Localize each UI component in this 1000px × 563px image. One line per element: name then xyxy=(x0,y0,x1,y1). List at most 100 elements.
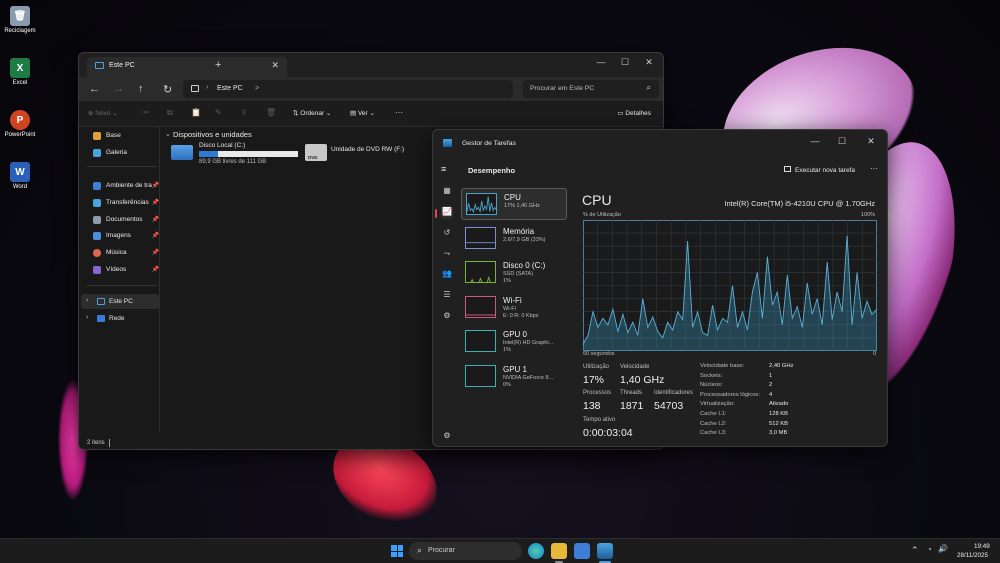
sidebar-item-label: Galeria xyxy=(106,149,127,156)
gallery-icon xyxy=(93,148,101,157)
paste-icon[interactable]: 📋 xyxy=(191,108,201,117)
perf-card-subtitle: 2,6/7,9 GB (33%) xyxy=(503,236,546,243)
maximize-button[interactable]: ☐ xyxy=(613,53,637,71)
startup-apps-icon[interactable]: ⤳ xyxy=(441,249,453,261)
clock-date[interactable]: 28/11/2025 xyxy=(957,552,988,559)
perf-card-thumbnail xyxy=(465,226,496,249)
taskbar-search[interactable]: ⌕ Procurar xyxy=(409,542,522,560)
store-icon[interactable] xyxy=(574,543,590,559)
perf-card-mem-ria[interactable]: Memória 2,6/7,9 GB (33%) xyxy=(461,223,567,255)
edge-icon[interactable] xyxy=(528,543,544,559)
perf-card-thumbnail xyxy=(465,364,496,387)
folder-icon[interactable] xyxy=(551,543,567,559)
perf-card-subtitle: SSD (SATA) xyxy=(503,271,534,277)
performance-icon[interactable]: 📈 xyxy=(441,207,453,219)
desktop-icon-recycle-bin[interactable]: 🗑 Reciclagem xyxy=(0,6,40,34)
sidebar-item-videos[interactable]: Vídeos 📌 xyxy=(93,263,159,276)
start-tile xyxy=(397,551,403,557)
forward-icon[interactable]: → xyxy=(113,83,124,95)
sidebar-item-rede[interactable]: › Rede xyxy=(81,311,159,326)
delete-icon[interactable]: 🗑 xyxy=(266,108,276,117)
drive-dvd[interactable]: DVD Unidade de DVD RW (F:) xyxy=(305,142,435,166)
sidebar-item-este-pc[interactable]: › Este PC xyxy=(81,294,159,309)
search-input[interactable]: Procurar em Este PC ⌕ xyxy=(523,80,659,98)
refresh-icon[interactable]: ↻ xyxy=(163,83,172,96)
powerpoint-icon: P xyxy=(10,110,30,130)
back-icon[interactable]: ← xyxy=(89,83,100,95)
sidebar-item-galeria[interactable]: Galeria xyxy=(93,146,159,159)
tab-este-pc[interactable]: Este PC ✕ xyxy=(87,57,287,77)
perf-card-subtitle: Intel(R) HD Graphi... xyxy=(503,340,554,346)
users-icon[interactable]: 👥 xyxy=(441,269,453,281)
close-button[interactable]: ✕ xyxy=(637,53,661,71)
run-new-task-button[interactable]: Executar nova tarefa xyxy=(784,166,855,174)
desktop-icon-excel[interactable]: X Excel xyxy=(0,58,40,86)
chevron-up-icon[interactable]: ⌃ xyxy=(911,545,919,556)
perf-card-gpu-1[interactable]: GPU 1 NVIDIA GeForce 8... 0% xyxy=(461,361,567,393)
taskmgr-icon[interactable] xyxy=(597,543,613,559)
pin-icon: 📌 xyxy=(151,217,159,223)
sidebar-item-label: Rede xyxy=(109,315,125,322)
sidebar-item-musica[interactable]: Música 📌 xyxy=(93,246,159,259)
chevron-down-icon[interactable]: ⌄ xyxy=(165,130,171,138)
services-icon[interactable]: ⚙ xyxy=(441,311,453,323)
perf-card-wi-fi[interactable]: Wi-Fi Wi-Fi E: 0 R: 0 Kbps xyxy=(461,292,567,324)
more-options-button[interactable]: ··· xyxy=(870,164,878,173)
sort-button[interactable]: ⇅ Ordenar ⌄ xyxy=(293,109,331,117)
perf-card-disco-0-c[interactable]: Disco 0 (C:) SSD (SATA) 1% xyxy=(461,257,567,289)
desktop-icon-word[interactable]: W Word xyxy=(0,162,40,190)
sidebar-item-ambiente-de-trabalho[interactable]: Ambiente de tra 📌 xyxy=(93,179,159,192)
close-button[interactable]: ✕ xyxy=(859,132,883,150)
network-icon xyxy=(97,315,105,322)
section-header[interactable]: Dispositivos e unidades xyxy=(173,130,252,139)
sidebar-item-label: Documentos xyxy=(106,216,143,223)
drive-usage-bar xyxy=(199,151,298,157)
new-button[interactable]: ⊕ Novo ⌄ xyxy=(88,109,118,117)
chevron-right-icon[interactable]: › xyxy=(86,314,88,321)
perf-card-detail: 1% xyxy=(503,347,511,353)
details-icon[interactable]: ☰ xyxy=(441,290,453,302)
more-options-button[interactable]: ··· xyxy=(395,108,403,117)
details-button[interactable]: ▭ Detalhes xyxy=(617,109,651,117)
perf-card-gpu-0[interactable]: GPU 0 Intel(R) HD Graphi... 1% xyxy=(461,326,567,358)
close-tab-icon[interactable]: ✕ xyxy=(271,60,279,71)
minimize-button[interactable]: — xyxy=(589,53,613,71)
processes-icon[interactable]: ▦ xyxy=(441,186,453,198)
breadcrumb-este-pc[interactable]: Este PC xyxy=(217,85,243,92)
sidebar-item-imagens[interactable]: Imagens 📌 xyxy=(93,229,159,242)
clock-time[interactable]: 19:49 xyxy=(974,543,990,550)
y-axis-label: % de Utilização xyxy=(583,212,621,218)
copy-icon[interactable]: ⧉ xyxy=(167,108,173,118)
hamburger-icon[interactable]: ≡ xyxy=(441,164,446,174)
breadcrumb-separator[interactable]: > xyxy=(255,85,259,92)
address-bar[interactable]: › Este PC > xyxy=(183,80,513,98)
minimize-button[interactable]: — xyxy=(803,132,827,150)
sidebar-item-label: Imagens xyxy=(106,232,131,239)
chevron-right-icon[interactable]: › xyxy=(86,297,88,304)
view-button[interactable]: ▤ Ver ⌄ xyxy=(350,109,375,117)
perf-card-thumbnail xyxy=(465,295,496,318)
start-icon[interactable] xyxy=(389,543,405,559)
taskbar: ⌕ Procurar ⌃ ◔ 🔊 19:49 28/11/2025 xyxy=(0,538,1000,563)
perf-card-sparkline xyxy=(470,275,491,282)
title-bar: Gestor de Tarefas — ☐ ✕ xyxy=(433,130,887,156)
divider xyxy=(87,285,157,286)
sidebar-item-base[interactable]: Base xyxy=(93,129,159,142)
rename-icon[interactable]: ✎ xyxy=(215,108,222,117)
wifi-icon[interactable]: ◔ xyxy=(927,545,932,554)
desktop-icon-powerpoint[interactable]: P PowerPoint xyxy=(0,110,40,138)
drive-c[interactable]: Disco Local (C:) 89,9 GB livres de 111 G… xyxy=(171,142,301,166)
up-icon[interactable]: ↑ xyxy=(138,83,144,95)
app-history-icon[interactable]: ↺ xyxy=(441,228,453,240)
sidebar-item-documentos[interactable]: Documentos 📌 xyxy=(93,213,159,226)
share-icon[interactable]: ⇪ xyxy=(241,108,248,117)
perf-card-cpu[interactable]: CPU 17% 1,40 GHz xyxy=(461,188,567,220)
settings-icon[interactable]: ⚙ xyxy=(441,431,453,443)
new-tab-button[interactable]: + xyxy=(215,59,221,71)
volume-icon[interactable]: 🔊 xyxy=(938,544,948,553)
desktop-icon-label: Reciclagem xyxy=(4,28,36,34)
perf-card-subtitle: Wi-Fi xyxy=(503,305,516,312)
maximize-button[interactable]: ☐ xyxy=(830,132,854,150)
sidebar-item-transferencias[interactable]: Transferências 📌 xyxy=(93,196,159,209)
cut-icon[interactable]: ✂ xyxy=(143,108,150,117)
